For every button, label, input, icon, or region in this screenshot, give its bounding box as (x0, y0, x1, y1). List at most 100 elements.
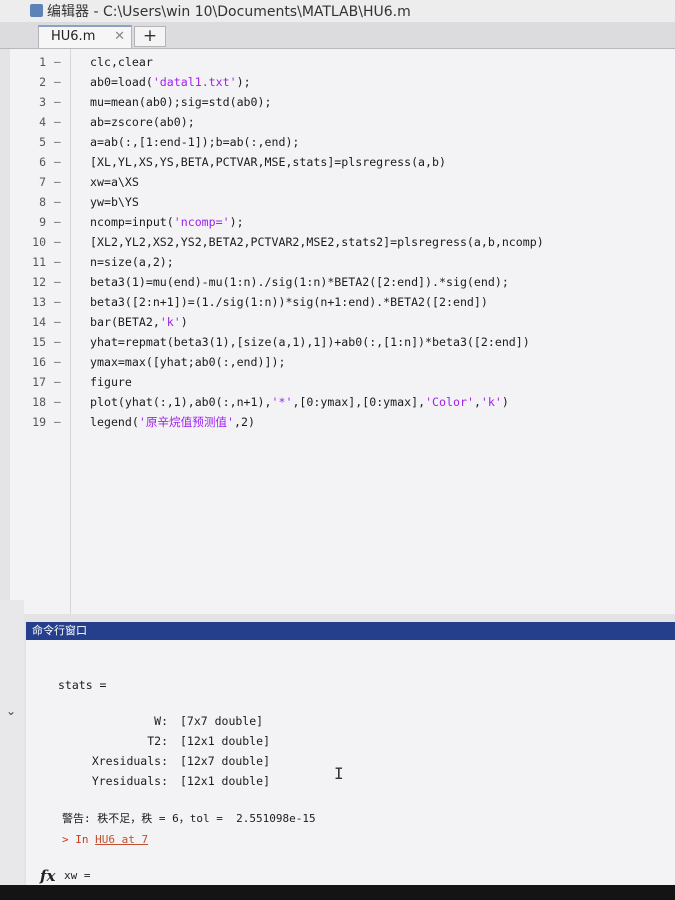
breakpoint-marker[interactable]: – (54, 292, 64, 312)
warning-prefix: > In (62, 833, 96, 846)
breakpoint-marker[interactable]: – (54, 252, 64, 272)
editor-app-icon (30, 4, 43, 17)
code-line[interactable]: 19– legend('原辛烷值预测值',2) (10, 412, 675, 432)
left-panel-edge (0, 600, 24, 900)
code-text: ncomp=input('ncomp='); (90, 212, 244, 232)
code-line[interactable]: 16– ymax=max([yhat;ab0(:,end)]); (10, 352, 675, 372)
code-token: yhat=repmat(beta3(1),[size(a,1),1])+ab0(… (90, 335, 530, 349)
close-tab-icon[interactable]: ✕ (114, 27, 125, 47)
line-number: 15 (32, 335, 46, 349)
line-number: 1 (39, 55, 46, 69)
code-text: a=ab(:,[1:end-1]);b=ab(:,end); (90, 132, 299, 152)
breakpoint-marker[interactable]: – (54, 212, 64, 232)
breakpoint-marker[interactable]: – (54, 172, 64, 192)
code-line[interactable]: 9– ncomp=input('ncomp='); (10, 212, 675, 232)
add-tab-button[interactable]: + (134, 26, 166, 47)
code-line[interactable]: 4– ab=zscore(ab0); (10, 112, 675, 132)
stats-field-name: W: (154, 714, 168, 728)
breakpoint-marker[interactable]: – (54, 232, 64, 252)
breakpoint-marker[interactable]: – (54, 112, 64, 132)
breakpoint-marker[interactable]: – (54, 392, 64, 412)
breakpoint-marker[interactable]: – (54, 372, 64, 392)
breakpoint-marker[interactable]: – (54, 152, 64, 172)
string-literal: 'Color' (425, 395, 474, 409)
line-number: 4 (39, 115, 46, 129)
code-token: bar(BETA2, (90, 315, 160, 329)
editor-tab-bar: HU6.m ✕ + (0, 22, 675, 49)
breakpoint-marker[interactable]: – (54, 332, 64, 352)
breakpoint-marker[interactable]: – (54, 192, 64, 212)
breakpoint-marker[interactable]: – (54, 412, 64, 432)
code-line[interactable]: 1– clc,clear (10, 52, 675, 72)
breakpoint-marker[interactable]: – (54, 312, 64, 332)
code-line[interactable]: 13– beta3([2:n+1])=(1./sig(1:n))*sig(n+1:… (10, 292, 675, 312)
warning-message: 警告: 秩不足，秩 = 6，tol = 2.551098e-15 (62, 812, 316, 825)
tab-hu6[interactable]: HU6.m ✕ (38, 25, 132, 48)
line-number: 8 (39, 195, 46, 209)
code-text: mu=mean(ab0);sig=std(ab0); (90, 92, 271, 112)
line-number: 13 (32, 295, 46, 309)
stats-field-name: T2: (147, 734, 168, 748)
breakpoint-marker[interactable]: – (54, 92, 64, 112)
code-line[interactable]: 10– [XL2,YL2,XS2,YS2,BETA2,PCTVAR2,MSE2,s… (10, 232, 675, 252)
code-token: plot(yhat(:,1),ab0(:,n+1), (90, 395, 272, 409)
code-line[interactable]: 12– beta3(1)=mu(end)-mu(1:n)./sig(1:n)*BE… (10, 272, 675, 292)
breakpoint-marker[interactable]: – (54, 132, 64, 152)
stats-field-value: [12x7 double] (180, 754, 271, 768)
code-text: beta3([2:n+1])=(1./sig(1:n))*sig(n+1:end… (90, 292, 488, 312)
warning-source-link[interactable]: HU6 at 7 (95, 833, 148, 846)
stats-field-value: [7x7 double] (180, 714, 264, 728)
line-number: 18 (32, 395, 46, 409)
code-token: yw=b\YS (90, 195, 139, 209)
string-literal: '原辛烷值预测值' (138, 415, 234, 429)
code-token: , (473, 395, 481, 409)
string-literal: 'k' (159, 315, 181, 329)
code-line[interactable]: 15– yhat=repmat(beta3(1),[size(a,1),1])+a… (10, 332, 675, 352)
code-line[interactable]: 17– figure (10, 372, 675, 392)
tab-label: HU6.m (51, 29, 96, 44)
code-token: beta3([2:n+1])=(1./sig(1:n))*sig(n+1:end… (90, 295, 488, 309)
code-text: clc,clear (90, 52, 153, 72)
code-editor[interactable]: 1– clc,clear 2– ab0=load('datal1.txt'); 3– mu… (10, 49, 675, 614)
code-token: clc,clear (90, 55, 153, 69)
breakpoint-marker[interactable]: – (54, 352, 64, 372)
code-token: ymax=max([yhat;ab0(:,end)]); (90, 355, 286, 369)
stats-field-value: [12x1 double] (180, 734, 271, 748)
string-literal: 'datal1.txt' (152, 75, 237, 89)
code-text: ab=zscore(ab0); (90, 112, 195, 132)
code-token: ) (180, 315, 188, 329)
code-line[interactable]: 6– [XL,YL,XS,YS,BETA,PCTVAR,MSE,stats]=pl… (10, 152, 675, 172)
code-text: ymax=max([yhat;ab0(:,end)]); (90, 352, 285, 372)
code-line[interactable]: 14– bar(BETA2,'k') (10, 312, 675, 332)
code-text: ab0=load('datal1.txt'); (90, 72, 251, 92)
code-text: yhat=repmat(beta3(1),[size(a,1),1])+ab0(… (90, 332, 530, 352)
code-token: n=size(a,2); (90, 255, 174, 269)
code-token: ,[0:ymax],[0:ymax], (292, 395, 426, 409)
code-line[interactable]: 3– mu=mean(ab0);sig=std(ab0); (10, 92, 675, 112)
code-line[interactable]: 8– yw=b\YS (10, 192, 675, 212)
code-token: ); (236, 75, 251, 89)
code-token: [XL,YL,XS,YS,BETA,PCTVAR,MSE,stats]=plsr… (90, 155, 446, 169)
screen-bezel (0, 885, 675, 900)
fx-icon[interactable]: fx (40, 867, 55, 885)
window-title: 编辑器 - C:\Users\win 10\Documents\MATLAB\H… (47, 4, 411, 20)
breakpoint-marker[interactable]: – (54, 72, 64, 92)
code-line[interactable]: 7– xw=a\XS (10, 172, 675, 192)
text-cursor-icon: I (334, 764, 344, 783)
code-text: figure (90, 372, 132, 392)
command-window[interactable]: stats = W: [7x7 double] T2: [12x1 double… (26, 640, 675, 900)
code-line[interactable]: 2– ab0=load('datal1.txt'); (10, 72, 675, 92)
code-text: legend('原辛烷值预测值',2) (90, 412, 255, 432)
breakpoint-marker[interactable]: – (54, 52, 64, 72)
code-token: a=ab(:,[1:end-1]);b=ab(:,end); (90, 135, 300, 149)
code-token: ) (501, 395, 509, 409)
code-line[interactable]: 11– n=size(a,2); (10, 252, 675, 272)
code-line[interactable]: 5– a=ab(:,[1:end-1]);b=ab(:,end); (10, 132, 675, 152)
command-input[interactable]: xw = (64, 869, 91, 882)
line-number: 3 (39, 95, 46, 109)
code-text: n=size(a,2); (90, 252, 174, 272)
code-line[interactable]: 18– plot(yhat(:,1),ab0(:,n+1),'*',[0:ymax… (10, 392, 675, 412)
breakpoint-marker[interactable]: – (54, 272, 64, 292)
chevron-down-icon[interactable]: ⌄ (0, 701, 22, 721)
code-token: xw=a\XS (90, 175, 139, 189)
